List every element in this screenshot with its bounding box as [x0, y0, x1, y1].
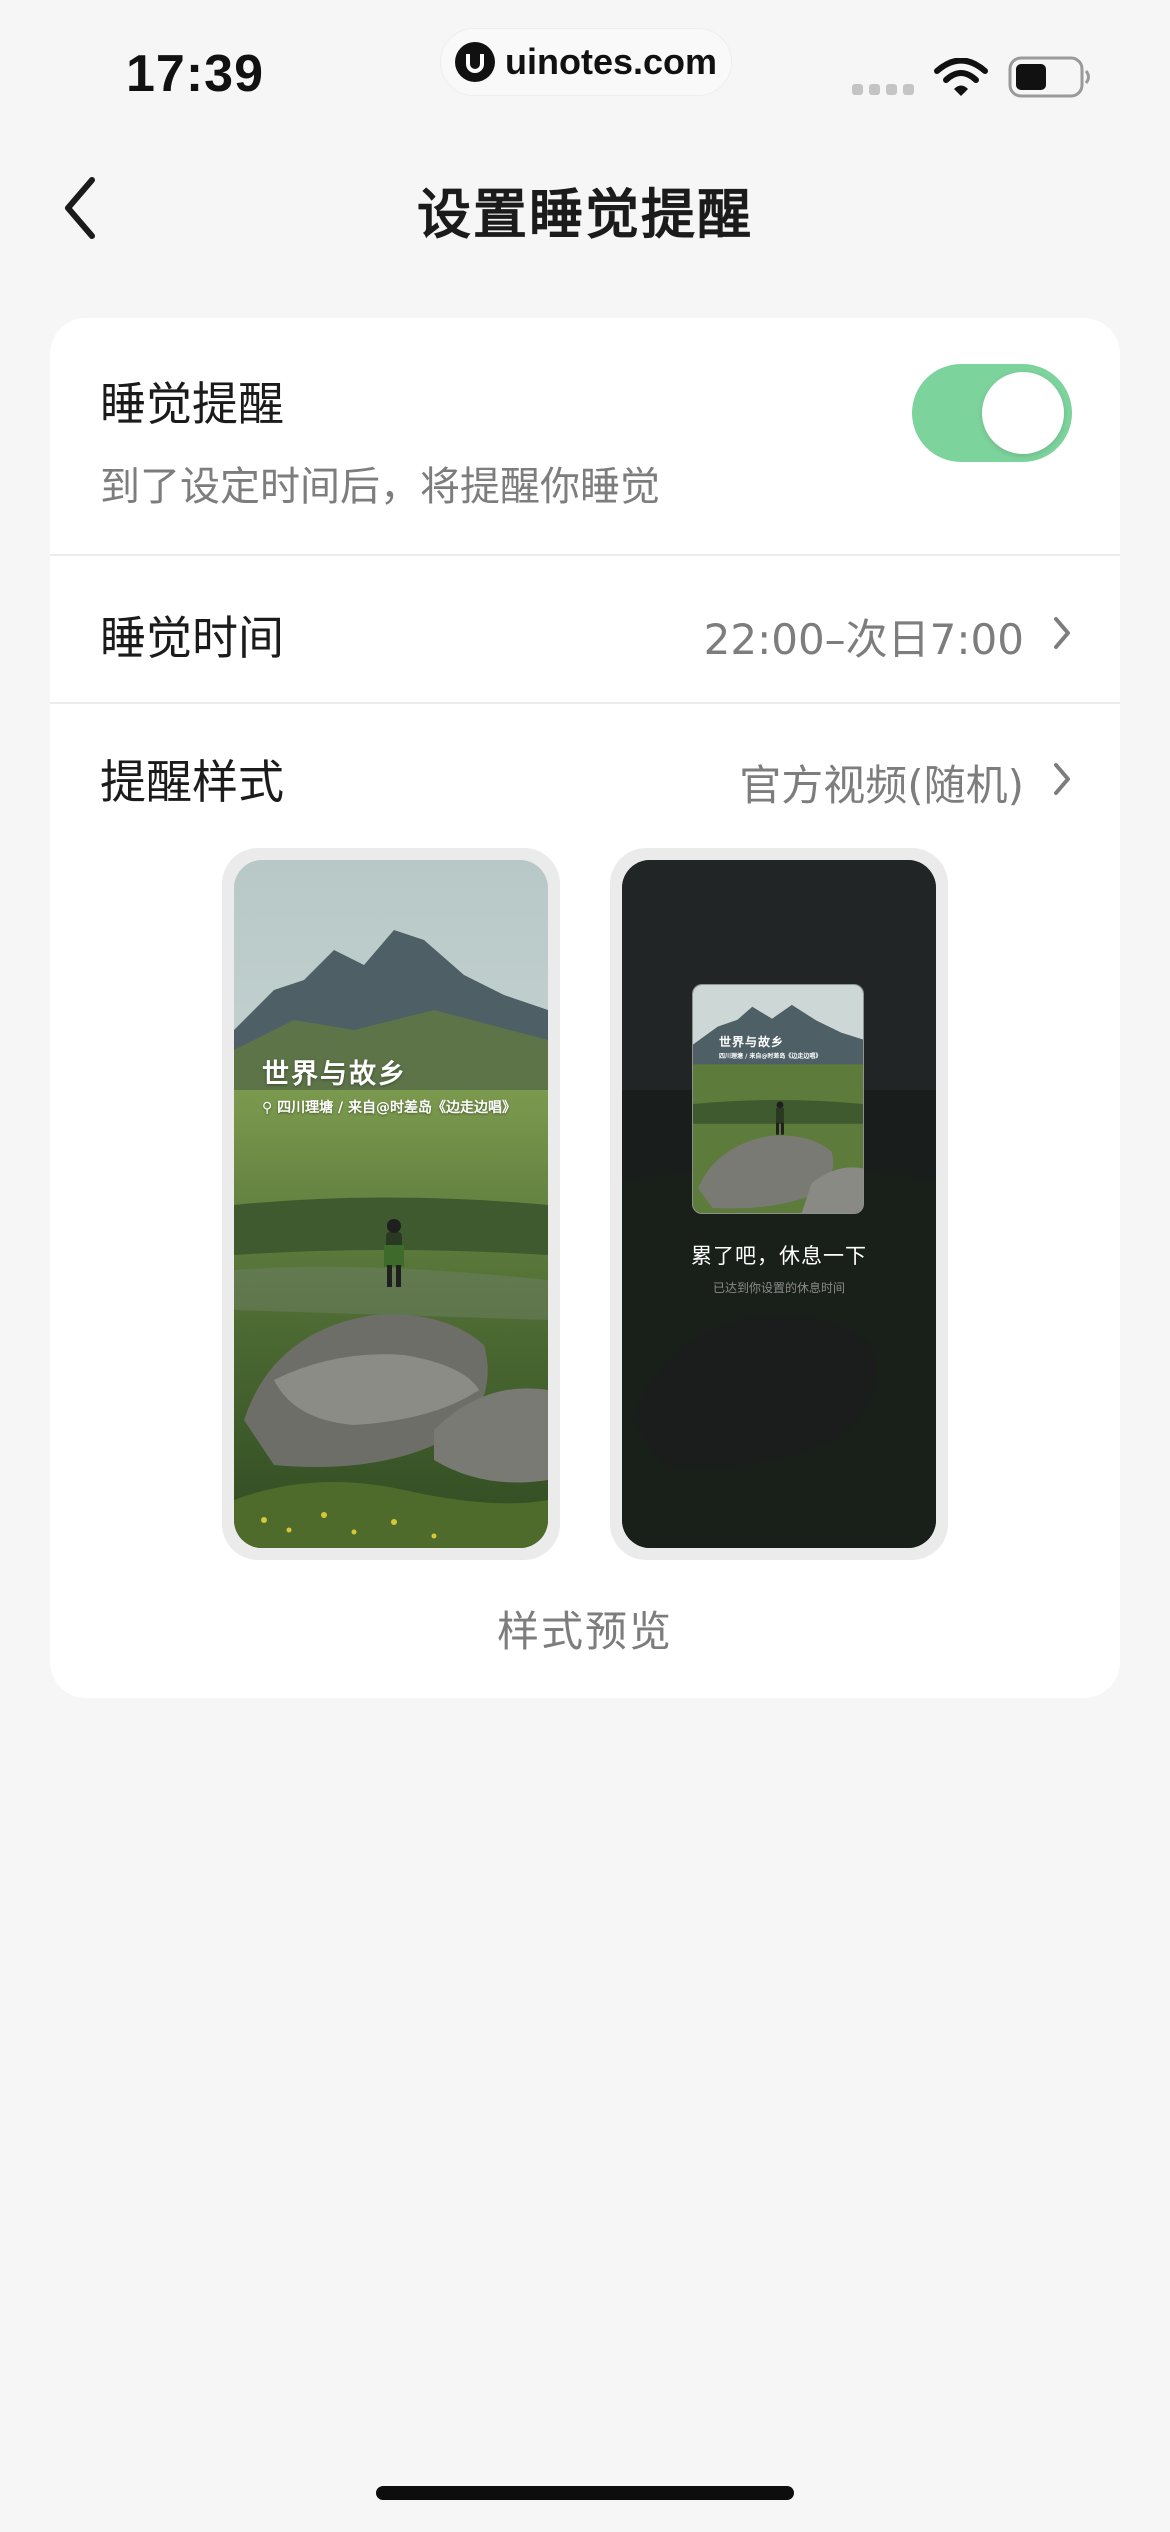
toggle-knob	[982, 372, 1064, 454]
mountain-thumbnail-image	[693, 985, 863, 1213]
divider	[50, 702, 1120, 704]
preview-popup[interactable]: 世界与故乡 四川理塘 / 来自@时差岛《边走边唱》 累了吧，休息一下 已达到你设…	[610, 848, 948, 1560]
preview-label: 样式预览	[496, 1607, 673, 1656]
preview-fullscreen[interactable]: 世界与故乡 ⚲ 四川理塘 / 来自@时差岛《边走边唱》	[222, 848, 560, 1560]
sleep-time-label: 睡觉时间	[100, 611, 284, 665]
url-pill[interactable]: uinotes.com	[440, 28, 732, 96]
sleep-reminder-subtitle: 到了设定时间后，将提醒你睡觉	[100, 464, 660, 510]
settings-card: 睡觉提醒 到了设定时间后，将提醒你睡觉 睡觉时间 22:00–次日7:00 提醒…	[50, 318, 1120, 1698]
page-title: 设置睡觉提醒	[417, 183, 753, 246]
chevron-right-icon	[1054, 763, 1070, 795]
battery-icon	[1008, 56, 1090, 98]
preview-title: 世界与故乡	[262, 1059, 407, 1090]
status-time: 17:39	[126, 45, 264, 103]
thumbnail-caption: 四川理塘 / 来自@时差岛《边走边唱》	[719, 1053, 822, 1060]
sleep-time-row[interactable]: 睡觉时间 22:00–次日7:00	[50, 558, 1120, 704]
reminder-style-label: 提醒样式	[100, 755, 284, 809]
home-indicator[interactable]	[376, 2486, 794, 2500]
preview-caption-text: 四川理塘 / 来自@时差岛《边走边唱》	[277, 1100, 517, 1116]
divider	[50, 554, 1120, 556]
popup-sub-message: 已达到你设置的休息时间	[712, 1281, 845, 1295]
chevron-right-icon	[1054, 617, 1070, 649]
preview-fullscreen-screen: 世界与故乡 ⚲ 四川理塘 / 来自@时差岛《边走边唱》	[234, 860, 548, 1548]
url-text: uinotes.com	[504, 41, 718, 82]
screen: 17:39 uinotes.com 设置睡觉提醒 睡觉提醒 到了设定时间后，将提…	[0, 0, 1170, 2532]
reminder-style-row[interactable]: 提醒样式 官方视频(随机)	[50, 706, 1120, 826]
location-pin-icon: ⚲	[262, 1100, 278, 1116]
thumbnail-title: 世界与故乡	[719, 1035, 785, 1049]
sleep-reminder-title: 睡觉提醒	[100, 377, 284, 431]
status-bar: 17:39 uinotes.com	[0, 0, 1170, 130]
signal-icon	[852, 84, 914, 95]
sleep-reminder-row: 睡觉提醒 到了设定时间后，将提醒你睡觉	[50, 318, 1120, 556]
preview-popup-screen: 世界与故乡 四川理塘 / 来自@时差岛《边走边唱》 累了吧，休息一下 已达到你设…	[622, 860, 936, 1548]
sleep-reminder-toggle[interactable]	[912, 364, 1072, 462]
sleep-time-value: 22:00–次日7:00	[703, 615, 1024, 664]
popup-message: 累了吧，休息一下	[691, 1244, 867, 1268]
preview-caption: ⚲ 四川理塘 / 来自@时差岛《边走边唱》	[262, 1097, 516, 1117]
nav-bar: 设置睡觉提醒	[0, 140, 1170, 270]
site-logo-icon	[454, 42, 495, 82]
mountain-scene-image	[234, 860, 548, 1548]
wifi-icon	[934, 58, 988, 96]
reminder-style-value: 官方视频(随机)	[739, 761, 1024, 810]
popup-video-thumbnail: 世界与故乡 四川理塘 / 来自@时差岛《边走边唱》	[692, 984, 864, 1214]
